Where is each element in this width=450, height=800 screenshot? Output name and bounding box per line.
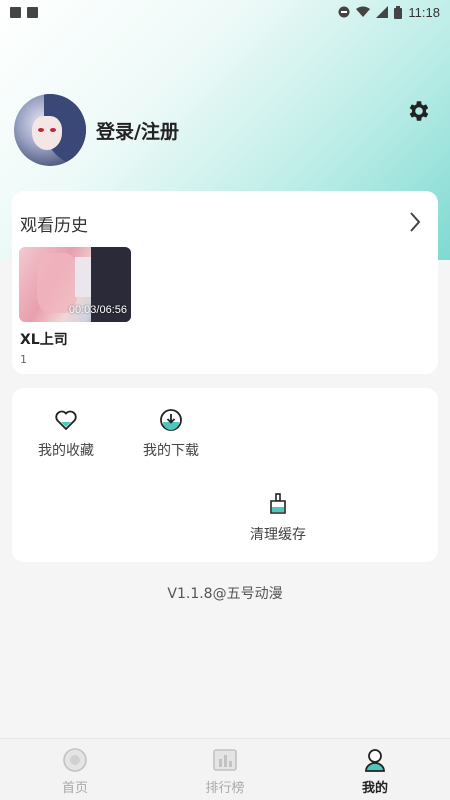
tab-profile-label: 我的 <box>361 781 388 796</box>
gear-icon[interactable] <box>406 98 432 124</box>
status-bar: 11:18 <box>0 0 450 24</box>
do-not-disturb-icon <box>338 6 350 18</box>
profile-header: 登录/注册 <box>14 94 179 166</box>
my-favorites-button[interactable]: 我的收藏 <box>21 408 111 460</box>
download-icon <box>160 409 182 431</box>
home-icon <box>63 748 87 772</box>
broom-icon <box>270 493 286 514</box>
history-video-title[interactable]: XL上司 <box>20 329 68 349</box>
avatar[interactable] <box>14 94 86 166</box>
my-downloads-label: 我的下载 <box>143 443 199 459</box>
tab-home[interactable]: 首页 <box>0 739 150 800</box>
app-version: V1.1.8@五号动漫 <box>167 586 283 602</box>
status-time: 11:18 <box>408 4 440 20</box>
login-register-link[interactable]: 登录/注册 <box>96 117 179 144</box>
gallery-notification-icon <box>10 6 21 18</box>
history-video-episode: 1 <box>20 353 27 366</box>
tab-ranking[interactable]: 排行榜 <box>150 739 300 800</box>
history-video-thumbnail[interactable]: 00:03/06:56 <box>19 247 131 322</box>
history-progress: 00:03/06:56 <box>68 304 127 316</box>
bottom-tab-bar: 首页 排行榜 我的 <box>0 738 450 800</box>
battery-icon <box>394 5 403 19</box>
history-title: 观看历史 <box>20 216 88 236</box>
clear-cache-label: 清理缓存 <box>250 527 306 543</box>
tab-home-label: 首页 <box>61 781 88 796</box>
tab-ranking-label: 排行榜 <box>205 781 245 796</box>
my-favorites-label: 我的收藏 <box>38 443 94 459</box>
chevron-right-icon[interactable] <box>408 211 422 233</box>
profile-icon <box>365 749 385 772</box>
wifi-icon <box>356 6 371 17</box>
heart-icon <box>55 410 77 431</box>
clear-cache-button[interactable]: 清理缓存 <box>233 492 323 544</box>
signal-icon <box>376 6 389 18</box>
tab-profile[interactable]: 我的 <box>300 739 450 800</box>
watch-history-card: 观看历史 00:03/06:56 XL上司 1 <box>12 191 438 374</box>
app-notification-icon <box>27 6 38 18</box>
ranking-icon <box>213 749 237 771</box>
actions-card: 我的收藏 我的下载 清理缓存 <box>12 388 438 562</box>
my-downloads-button[interactable]: 我的下载 <box>126 408 216 460</box>
